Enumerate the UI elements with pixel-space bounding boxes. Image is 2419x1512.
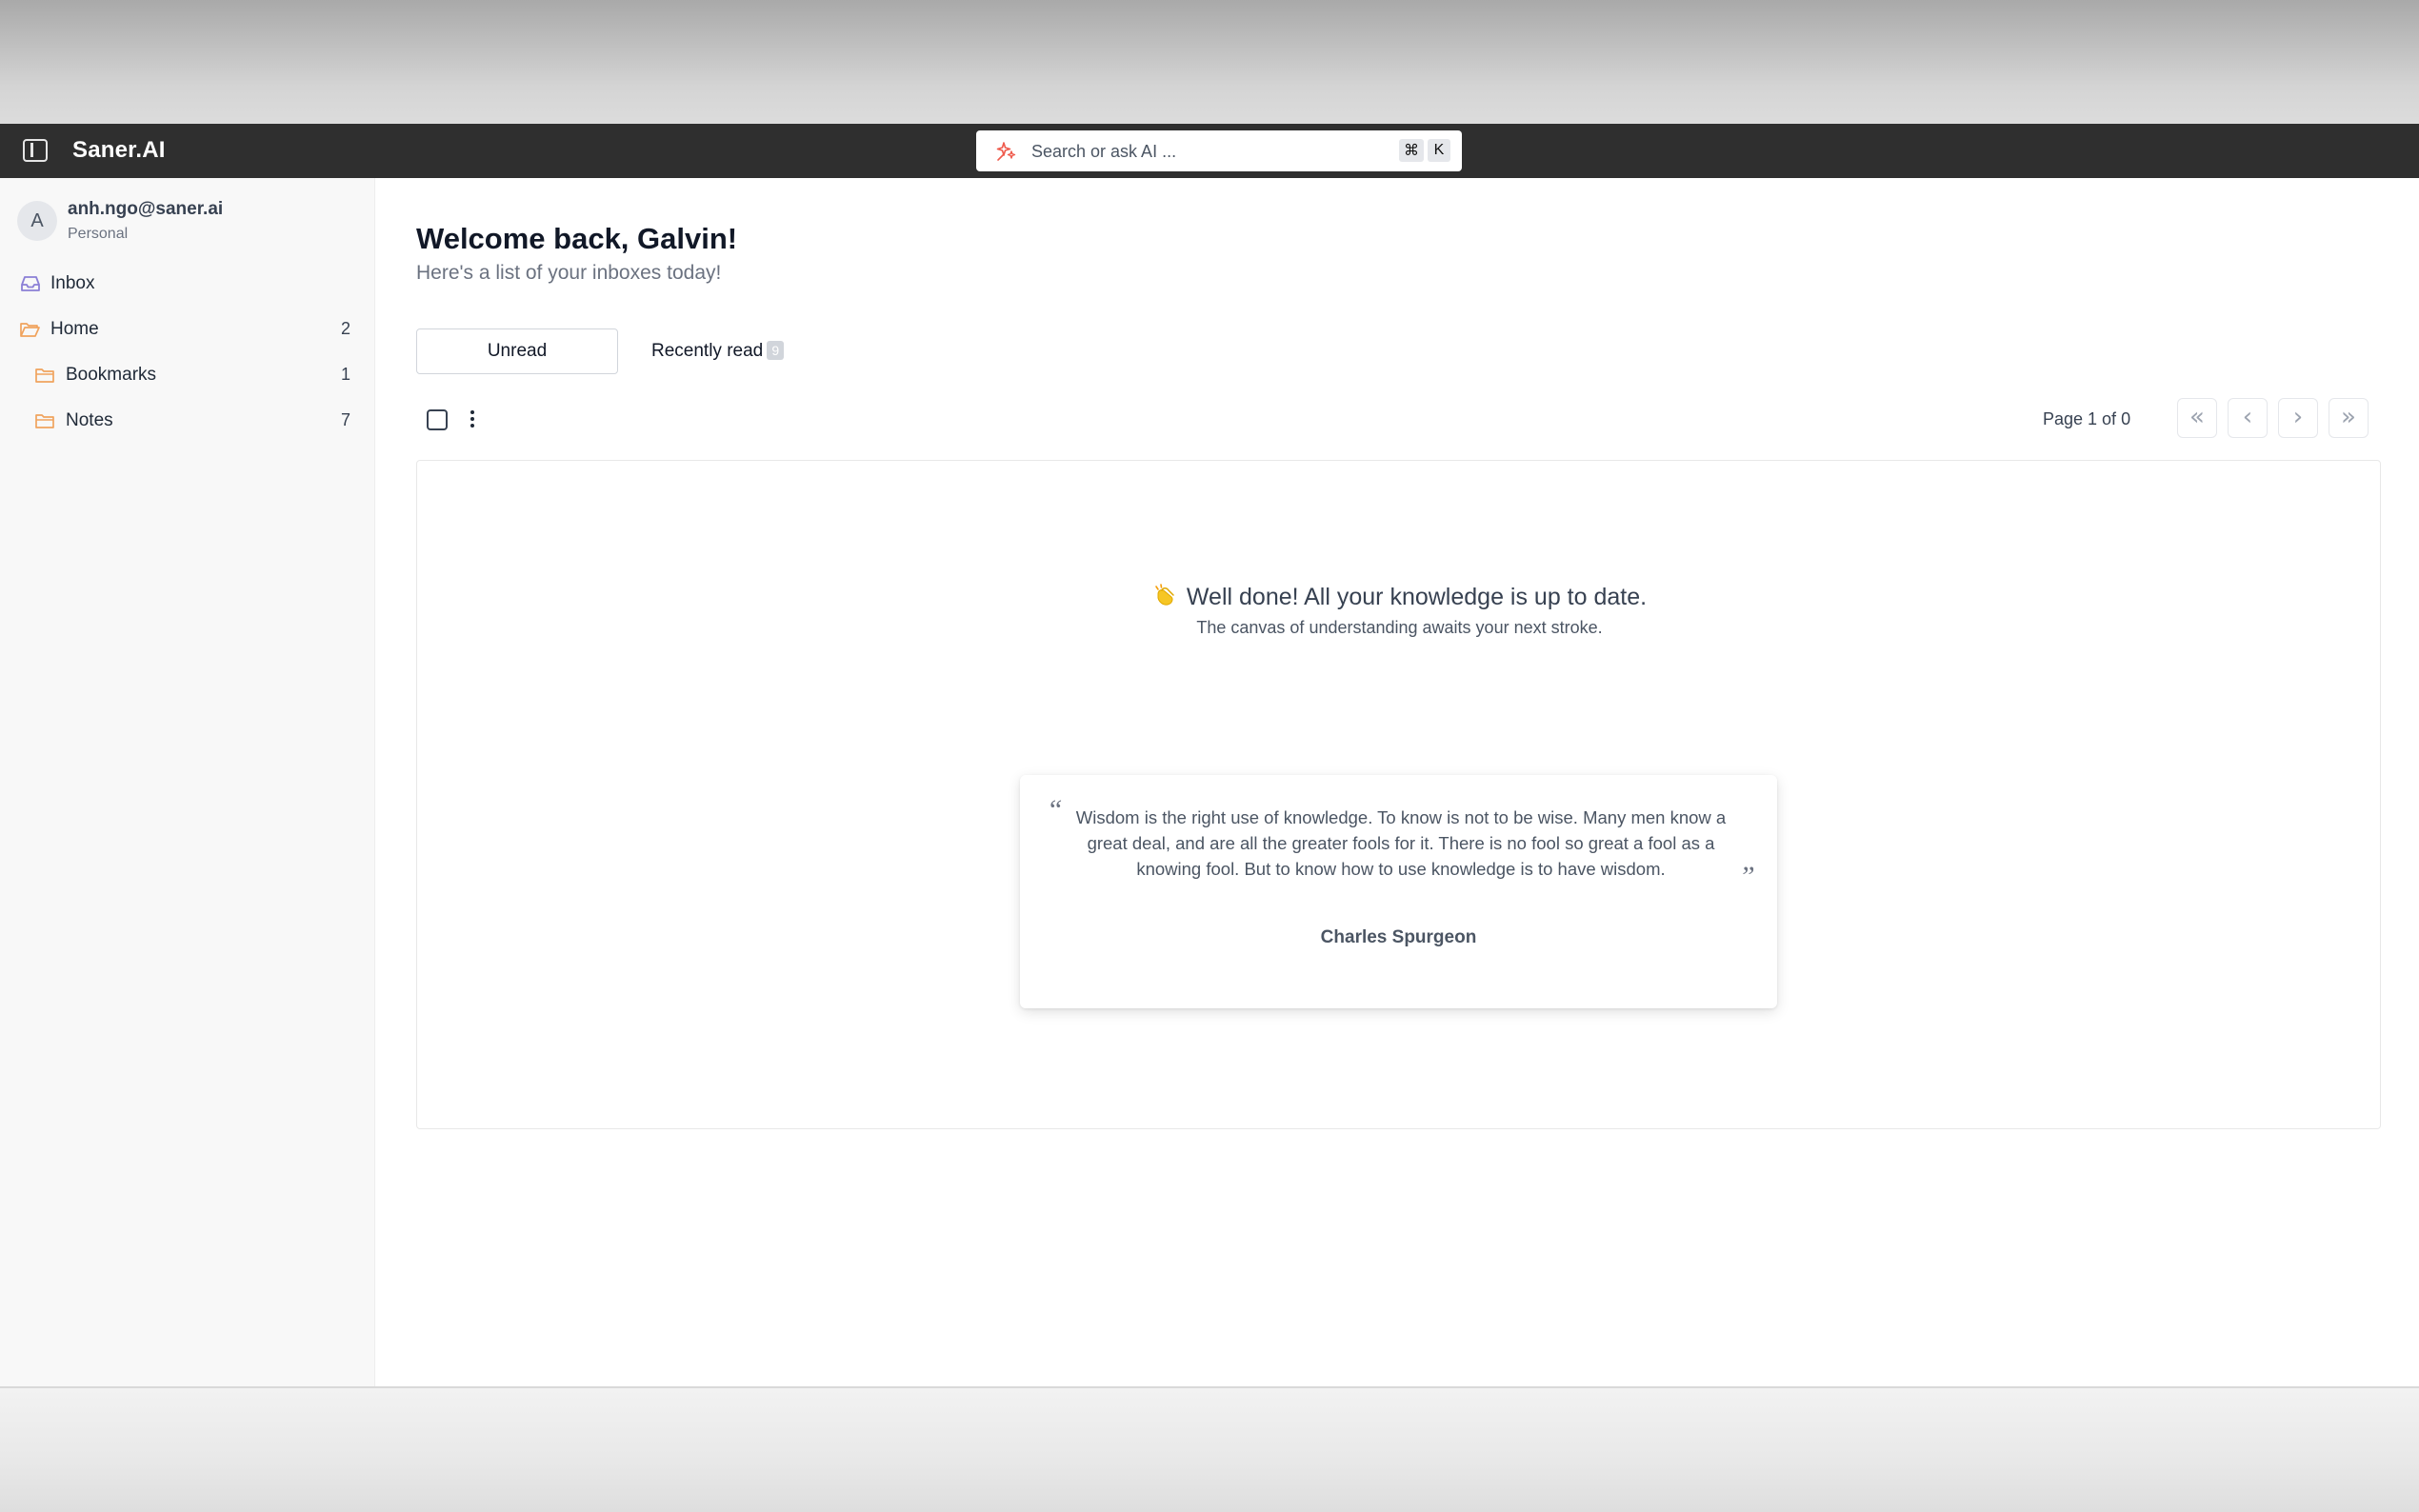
page-subtitle: Here's a list of your inboxes today!	[416, 262, 722, 284]
sidebar-item-label: Home	[50, 319, 99, 339]
folder-icon	[35, 414, 54, 428]
tab-unread[interactable]: Unread	[416, 328, 618, 374]
quote-open-mark: “	[1047, 794, 1063, 826]
brand-name: Saner.AI	[72, 137, 166, 163]
tab-recently-read-label: Recently read	[651, 341, 764, 361]
sidebar-item-home[interactable]: Home 2	[0, 308, 375, 350]
search-bar[interactable]: Search or ask AI ... ⌘ K	[976, 130, 1462, 171]
desktop-backdrop-bottom	[0, 1386, 2419, 1512]
shortcut-k-key: K	[1428, 139, 1450, 162]
sidebar-item-label: Bookmarks	[66, 365, 157, 385]
first-page-button[interactable]: «	[2177, 398, 2217, 438]
empty-state-subline: The canvas of understanding awaits your …	[1196, 618, 1603, 637]
desktop-backdrop-top	[0, 0, 2419, 124]
ai-sparkle-icon	[996, 142, 1016, 161]
empty-state-headline: Well done! All your knowledge is up to d…	[1186, 584, 1648, 610]
sidebar: A anh.ngo@saner.ai Personal Inbox Home 2…	[0, 178, 375, 1386]
inbox-list-panel: Well done! All your knowledge is up to d…	[416, 460, 2381, 1129]
quote-text: Wisdom is the right use of knowledge. To…	[1075, 807, 1727, 879]
sidebar-item-bookmarks[interactable]: Bookmarks 1	[0, 354, 375, 396]
page-indicator: Page 1 of 0	[2043, 409, 2131, 428]
sidebar-item-count: 7	[340, 410, 350, 429]
empty-state-headline-row: Well done! All your knowledge is up to d…	[417, 583, 2382, 611]
last-page-button[interactable]: »	[2329, 398, 2369, 438]
search-placeholder: Search or ask AI ...	[1031, 142, 1177, 161]
next-page-button[interactable]: ›	[2278, 398, 2318, 438]
tab-recently-read[interactable]: Recently read 9	[651, 328, 785, 374]
recently-read-count-badge: 9	[767, 341, 785, 360]
sidebar-item-label: Notes	[66, 410, 113, 430]
sidebar-toggle-icon[interactable]	[23, 139, 48, 162]
folder-icon	[35, 368, 54, 383]
sidebar-item-inbox[interactable]: Inbox	[0, 263, 375, 305]
inbox-icon	[21, 276, 40, 291]
top-bar: Saner.AI Search or ask AI ... ⌘ K	[0, 124, 2419, 178]
app-window: Saner.AI Search or ask AI ... ⌘ K A anh.…	[0, 124, 2419, 1386]
account-email[interactable]: anh.ngo@saner.ai	[68, 199, 223, 220]
sidebar-item-count: 1	[340, 365, 350, 384]
page-title: Welcome back, Galvin!	[416, 222, 738, 255]
main-content: Welcome back, Galvin! Here's a list of y…	[375, 178, 2419, 1386]
previous-page-button[interactable]: ‹	[2228, 398, 2268, 438]
avatar[interactable]: A	[17, 201, 57, 241]
more-options-icon[interactable]	[467, 407, 478, 431]
account-type: Personal	[68, 226, 129, 242]
quote-close-mark: ”	[1739, 861, 1755, 892]
select-all-checkbox[interactable]	[427, 409, 448, 430]
sidebar-item-notes[interactable]: Notes 7	[0, 400, 375, 442]
sidebar-item-count: 2	[340, 319, 350, 338]
quote-card: “ Wisdom is the right use of knowledge. …	[1020, 775, 1777, 1008]
folder-icon	[20, 323, 40, 337]
sidebar-item-label: Inbox	[50, 273, 95, 293]
shortcut-cmd-key: ⌘	[1399, 139, 1424, 162]
clapping-hands-icon	[1155, 584, 1174, 606]
quote-author: Charles Spurgeon	[1320, 927, 1477, 947]
